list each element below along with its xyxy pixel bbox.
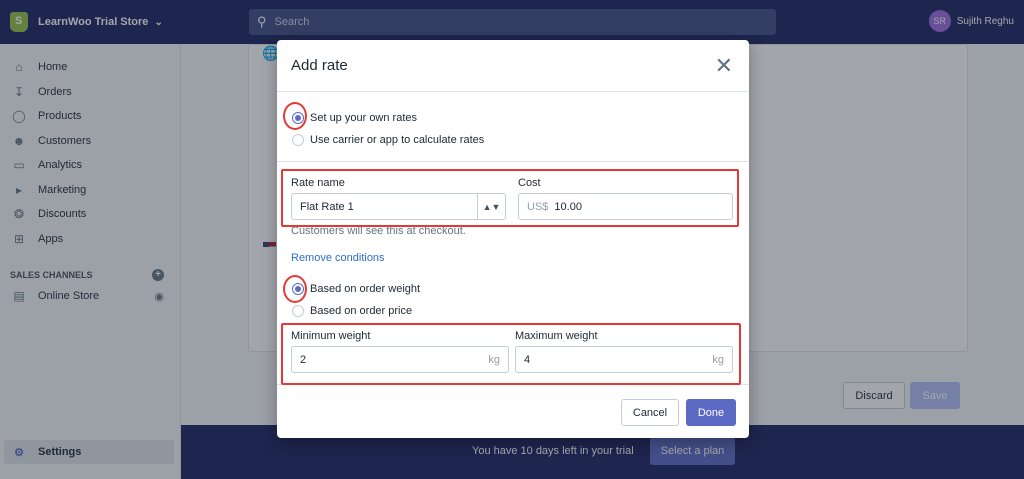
radio-carrier-rates[interactable]: Use carrier or app to calculate rates [292,129,484,151]
divider [277,161,749,162]
annotation-box [281,169,739,227]
radio-order-weight[interactable]: Based on order weight [292,278,420,300]
modal-title: Add rate [291,57,348,74]
annotation-circle [283,102,307,130]
radio-label: Set up your own rates [310,112,418,124]
radio-unselected[interactable] [292,305,304,317]
close-icon[interactable]: ✕ [715,54,733,77]
radio-label: Based on order weight [310,283,421,295]
done-button[interactable]: Done [686,399,736,426]
radio-order-price[interactable]: Based on order price [292,300,420,322]
radio-label: Based on order price [310,305,413,317]
radio-own-rates[interactable]: Set up your own rates [292,107,484,129]
rate-type-options: Set up your own rates Use carrier or app… [292,107,484,151]
annotation-box [281,323,741,385]
condition-options: Based on order weight Based on order pri… [292,278,420,322]
remove-conditions-link[interactable]: Remove conditions [291,252,385,264]
radio-label: Use carrier or app to calculate rates [310,134,485,146]
modal-header: Add rate ✕ [277,40,749,92]
annotation-circle [283,275,307,303]
cancel-button[interactable]: Cancel [621,399,679,426]
radio-unselected[interactable] [292,134,304,146]
